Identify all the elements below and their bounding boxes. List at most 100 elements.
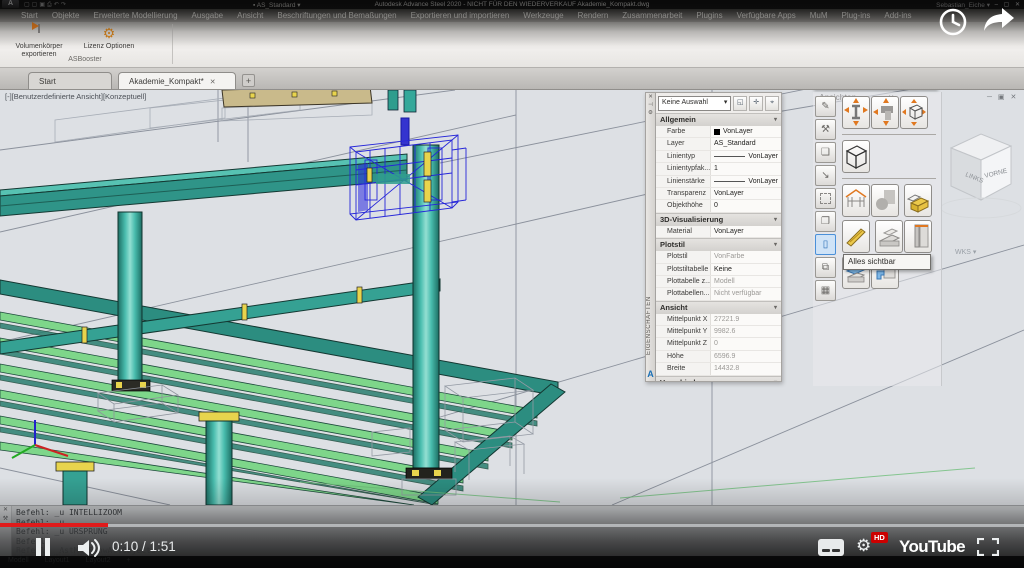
drawing-window-controls[interactable]: ─ ▣ ✕ <box>987 93 1018 101</box>
near-column-left[interactable] <box>56 462 94 505</box>
property-row[interactable]: Breite14432.8 <box>656 363 781 375</box>
property-value[interactable]: 14432.8 <box>710 363 781 374</box>
section-header[interactable]: Allgemein▾ <box>656 113 781 126</box>
beam-view-icon[interactable]: ▯ <box>815 234 836 255</box>
autohide-icon[interactable]: ⊣ <box>646 101 655 109</box>
viewcube[interactable]: LINKS VORNE <box>933 112 1024 242</box>
property-row[interactable]: LinientypVonLayer <box>656 151 781 163</box>
ribbon-tab-mum[interactable]: MuM <box>803 11 835 20</box>
license-options-button[interactable]: ⚙ Lizenz Optionen <box>78 25 140 51</box>
property-value[interactable]: VonLayer <box>710 176 781 187</box>
property-value[interactable]: 0 <box>710 338 781 349</box>
property-value[interactable]: 9982.6 <box>710 326 781 337</box>
property-value[interactable]: 6596.9 <box>710 351 781 362</box>
property-value[interactable]: Nicht verfügbar <box>710 288 781 299</box>
tools-hammer-icon[interactable]: ⚒ <box>815 119 836 140</box>
new-tab-button[interactable]: + <box>242 74 255 87</box>
file-tab-document[interactable]: Akademie_Kompakt*✕ <box>118 72 236 89</box>
column-section-icon[interactable] <box>904 220 932 253</box>
cube-view-icon[interactable] <box>842 140 870 173</box>
ribbon-tab-zusammenarbeit[interactable]: Zusammenarbeit <box>615 11 689 20</box>
volume-icon[interactable] <box>76 538 104 558</box>
beam-arrows-icon[interactable] <box>871 96 899 129</box>
property-row[interactable]: PlotstilVonFarbe <box>656 251 781 263</box>
seekbar[interactable] <box>0 523 1024 527</box>
select-objects-icon[interactable]: ⌖ <box>765 96 779 111</box>
plate-section-icon[interactable] <box>875 220 903 253</box>
quick-select-icon[interactable]: ✛ <box>749 96 763 111</box>
hidden-objects-icon[interactable] <box>871 184 899 217</box>
close-tab-icon[interactable]: ✕ <box>210 79 216 86</box>
property-value[interactable]: Keine <box>710 264 781 275</box>
watch-later-icon[interactable] <box>937 6 969 38</box>
seekbar-played[interactable] <box>0 523 108 527</box>
ribbon-tab-add-ins[interactable]: Add-ins <box>877 11 918 20</box>
pencil-tool-icon[interactable]: ✎ <box>815 96 836 117</box>
property-row[interactable]: LinienstärkeVonLayer <box>656 176 781 188</box>
property-value[interactable]: VonFarbe <box>710 251 781 262</box>
property-row[interactable]: TransparenzVonLayer <box>656 188 781 200</box>
ribbon-tab-objekte[interactable]: Objekte <box>45 11 87 20</box>
section-header[interactable]: 3D-Visualisierung▾ <box>656 213 781 226</box>
properties-gear-icon[interactable]: ⚙ <box>646 109 655 117</box>
ribbon-tab-start[interactable]: Start <box>14 11 45 20</box>
property-row[interactable]: Plottabelle z...Modell <box>656 276 781 288</box>
property-row[interactable]: FarbeVonLayer <box>656 126 781 138</box>
cube-arrows-icon[interactable] <box>900 96 928 129</box>
ribbon-tab-beschriftungen-und-bema-ungen[interactable]: Beschriftungen und Bemaßungen <box>270 11 403 20</box>
slab-view-icon[interactable]: ⧉ <box>815 257 836 278</box>
selected-connection[interactable] <box>350 118 466 220</box>
property-value[interactable]: VonLayer <box>710 226 781 237</box>
grid-squares-icon[interactable]: ▦ <box>815 280 836 301</box>
section-header[interactable]: Ansicht▾ <box>656 301 781 314</box>
ribbon-tab-ansicht[interactable]: Ansicht <box>230 11 270 20</box>
property-value[interactable]: 27221.9 <box>710 314 781 325</box>
property-row[interactable]: Plottabellen...Nicht verfügbar <box>656 288 781 300</box>
ucs-selector[interactable]: WKS ▾ <box>955 248 976 256</box>
property-value[interactable]: Modell <box>710 276 781 287</box>
property-value[interactable]: VonLayer <box>710 151 781 162</box>
viewport-label[interactable]: [-][Benutzerdefinierte Ansicht][Konzeptu… <box>5 92 146 101</box>
main-beam[interactable] <box>0 154 407 216</box>
property-row[interactable]: Objekthöhe0 <box>656 200 781 212</box>
settings-gear-icon[interactable]: ⚙ <box>856 536 871 556</box>
seekbar-remaining[interactable] <box>0 524 1024 527</box>
property-value[interactable]: 0 <box>710 200 781 211</box>
stamp-tool-icon[interactable]: ❏ <box>815 142 836 163</box>
property-row[interactable]: Mittelpunkt Z0 <box>656 338 781 350</box>
selection-dropdown[interactable]: Keine Auswahl▾ <box>658 96 731 111</box>
ribbon-tab-plugins[interactable]: Plugins <box>689 11 729 20</box>
ribbon-tab-exportieren-und-importieren[interactable]: Exportieren und importieren <box>404 11 517 20</box>
ribbon-tab-werkzeuge[interactable]: Werkzeuge <box>516 11 570 20</box>
share-icon[interactable] <box>982 6 1016 34</box>
selection-box-icon[interactable] <box>815 188 836 209</box>
ribbon-tab-verf-gbare-apps[interactable]: Verfügbare Apps <box>730 11 803 20</box>
yellow-beam-icon[interactable] <box>842 220 870 253</box>
measure-arrow-icon[interactable]: ↘ <box>815 165 836 186</box>
subtitles-icon[interactable] <box>818 539 844 556</box>
ribbon-tab-rendern[interactable]: Rendern <box>571 11 616 20</box>
close-icon[interactable]: ✕ <box>646 93 655 101</box>
cross-beam[interactable] <box>0 279 440 354</box>
file-tab-start[interactable]: Start <box>28 72 112 89</box>
property-value[interactable]: AS_Standard <box>710 138 781 149</box>
section-header[interactable]: Verschiedenes▾ <box>656 376 781 382</box>
property-value[interactable]: VonLayer <box>710 126 781 137</box>
yellow-box-icon[interactable] <box>904 184 932 217</box>
ribbon-tab-ausgabe[interactable]: Ausgabe <box>185 11 231 20</box>
fullscreen-icon[interactable] <box>977 538 999 556</box>
toggle-pickadd-icon[interactable]: ◱ <box>733 96 747 111</box>
pages-icon[interactable]: ❐ <box>815 211 836 232</box>
property-row[interactable]: Mittelpunkt Y9982.6 <box>656 326 781 338</box>
youtube-logo[interactable]: YouTube <box>899 537 965 557</box>
property-value[interactable]: 1 <box>710 163 781 174</box>
property-row[interactable]: Mittelpunkt X27221.9 <box>656 314 781 326</box>
export-solids-button[interactable]: Volumenkörper exportieren <box>8 25 70 59</box>
property-row[interactable]: Höhe6596.9 <box>656 351 781 363</box>
property-row[interactable]: MaterialVonLayer <box>656 226 781 238</box>
property-row[interactable]: LayerAS_Standard <box>656 138 781 150</box>
property-row[interactable]: PlotstiltabelleKeine <box>656 264 781 276</box>
bracing-beam[interactable] <box>222 90 416 112</box>
section-header[interactable]: Plotstil▾ <box>656 238 781 251</box>
ribbon-tab-plug-ins[interactable]: Plug-ins <box>835 11 878 20</box>
